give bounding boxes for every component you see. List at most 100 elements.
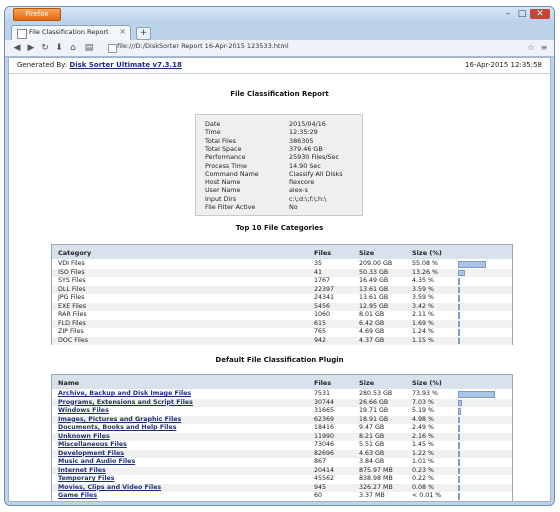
page-content: Generated By: Disk Sorter Ultimate v7.3.… — [8, 57, 551, 502]
back-icon[interactable]: ◀ — [11, 42, 23, 54]
summary-box: Date 2015/04/16 Time 12:35:29 Total Files 386… — [195, 114, 363, 216]
size-value: 26.66 GB — [359, 398, 389, 406]
files-count: 18416 — [314, 424, 335, 431]
category-link[interactable]: Images, Pictures and Graphic Files — [58, 416, 181, 425]
category-link[interactable]: Programs, Extensions and Script Files — [58, 399, 193, 408]
table-row: FLD Files 615 6.42 GB 1.69 % — [52, 319, 512, 328]
summary-value: 2015/04/16 — [289, 120, 326, 128]
category-link[interactable]: Archive, Backup and Disk Image Files — [58, 390, 191, 399]
files-count: 62369 — [314, 415, 335, 423]
tab-close-icon[interactable]: × — [119, 27, 126, 36]
summary-value: 14.90 Sec — [289, 161, 321, 170]
files-count: 11990 — [314, 432, 335, 440]
plugin-title: Default File Classification Plugin — [215, 356, 344, 364]
table-row: Music and Audio Files 867 3.84 GB 1.01 % — [52, 458, 512, 467]
menu-icon[interactable]: ≡ — [538, 42, 550, 54]
table-row: Temporary Files 45562 838.98 MB 0.22 % — [52, 475, 512, 484]
table-row: Movies, Clips and Video Files 945 326.27 M… — [52, 483, 512, 493]
category-link[interactable]: Music and Audio Files — [58, 458, 135, 467]
category-link[interactable]: Documents, Books and Help Files — [58, 424, 176, 433]
size-value: 50.33 GB — [359, 268, 389, 276]
table-row: EXE Files 5456 12.95 GB 3.42 % — [52, 302, 512, 311]
summary-label: Time — [205, 128, 221, 137]
size-percent: 3.59 % — [412, 285, 435, 293]
download-icon[interactable]: ⬇ — [53, 42, 65, 54]
table-row: DLL Files 22397 13.61 GB 3.59 % — [52, 285, 512, 294]
category-name: SYS Files — [58, 277, 86, 284]
size-value: 3.37 MB — [359, 492, 385, 499]
table-row: Game Files 60 3.37 MB < 0.01 % — [52, 492, 512, 501]
summary-label: File Filter Active — [205, 203, 256, 211]
reload-icon[interactable]: ↻ — [39, 42, 51, 54]
files-count: 20414 — [314, 466, 335, 474]
column-size-pct: Size (%) — [412, 249, 442, 257]
size-bar — [458, 329, 460, 336]
size-bar — [458, 467, 460, 474]
files-count: 73046 — [314, 441, 335, 448]
size-value: 18.91 GB — [359, 415, 389, 423]
size-bar — [458, 425, 460, 432]
summary-value: 25930 Files/Sec — [289, 153, 340, 162]
category-link[interactable]: Windows Files — [58, 407, 109, 416]
size-bar — [458, 433, 460, 440]
summary-value: 379.46 GB — [289, 144, 323, 153]
new-tab-button[interactable]: + — [136, 27, 151, 40]
size-value: 16.49 GB — [359, 277, 389, 284]
size-percent: 1.15 % — [412, 336, 435, 344]
bookmarks-icon[interactable]: ▤ — [83, 42, 95, 54]
size-value: 13.61 GB — [359, 294, 389, 301]
size-percent: 1.22 % — [412, 449, 435, 457]
files-count: 7531 — [314, 390, 331, 397]
category-link[interactable]: Game Files — [58, 492, 97, 501]
table-header: Name Files Size Size (%) — [52, 375, 512, 389]
column-category: Category — [58, 249, 92, 257]
size-value: 6.42 GB — [359, 319, 385, 327]
table-row: Unknown Files 11990 8.21 GB 2.16 % — [52, 432, 512, 442]
category-link[interactable]: Temporary Files — [58, 475, 115, 484]
report-body: File Classification Report Date 2015/04/1… — [9, 74, 550, 501]
size-percent: 1.69 % — [412, 319, 435, 327]
tab-report[interactable]: File Classification Report × — [11, 25, 131, 40]
files-count: 945 — [314, 483, 327, 491]
size-bar — [458, 286, 460, 293]
maximize-icon[interactable]: □ — [516, 9, 528, 19]
table-row: Internet Files 20414 875.97 MB 0.23 % — [52, 466, 512, 476]
size-percent: 1.45 % — [412, 441, 435, 448]
files-count: 45562 — [314, 475, 335, 482]
size-percent: 1.01 % — [412, 458, 435, 465]
forward-icon[interactable]: ▶ — [25, 42, 37, 54]
summary-label: Total Files — [205, 136, 236, 145]
category-link[interactable]: Internet Files — [58, 467, 106, 476]
category-link[interactable]: Miscellaneous Files — [58, 441, 127, 450]
column-size-pct: Size (%) — [412, 379, 442, 387]
generator-link[interactable]: Disk Sorter Ultimate v7.3.18 — [69, 61, 182, 69]
size-bar — [458, 261, 486, 268]
size-value: 4.37 GB — [359, 336, 385, 344]
summary-value: 12:35:29 — [289, 128, 318, 137]
url-field[interactable]: file:///D:/DiskSorter Report 16-Apr-2015… — [117, 42, 289, 50]
size-percent: 7.03 % — [412, 398, 435, 406]
bookmark-star-icon[interactable]: ☆ — [525, 42, 537, 54]
table-row: Programs, Extensions and Script Files 307… — [52, 398, 512, 408]
home-icon[interactable]: ⌂ — [67, 42, 79, 54]
table-row: ISO Files 41 50.33 GB 13.26 % — [52, 268, 512, 277]
firefox-menu-button[interactable]: Firefox — [13, 8, 61, 21]
category-link[interactable]: Movies, Clips and Video Files — [58, 484, 161, 493]
size-value: 8.01 GB — [359, 311, 385, 318]
close-window-icon[interactable]: ✕ — [530, 9, 550, 19]
category-link[interactable]: Unknown Files — [58, 433, 110, 442]
table-row: VDI Files 35 209.00 GB 55.08 % — [52, 260, 512, 269]
size-percent: 2.49 % — [412, 424, 435, 431]
top-categories-title: Top 10 File Categories — [235, 224, 324, 232]
category-name: JPG Files — [58, 294, 85, 301]
files-count: 867 — [314, 458, 327, 465]
category-name: RAR Files — [58, 311, 87, 318]
size-bar — [458, 269, 465, 276]
summary-label: Performance — [205, 153, 246, 162]
minimize-icon[interactable]: – — [502, 9, 514, 19]
size-percent: 4.35 % — [412, 277, 435, 284]
size-percent: 2.16 % — [412, 432, 435, 440]
tab-title: File Classification Report — [29, 28, 109, 36]
files-count: 5456 — [314, 302, 331, 310]
category-link[interactable]: Development Files — [58, 450, 124, 459]
